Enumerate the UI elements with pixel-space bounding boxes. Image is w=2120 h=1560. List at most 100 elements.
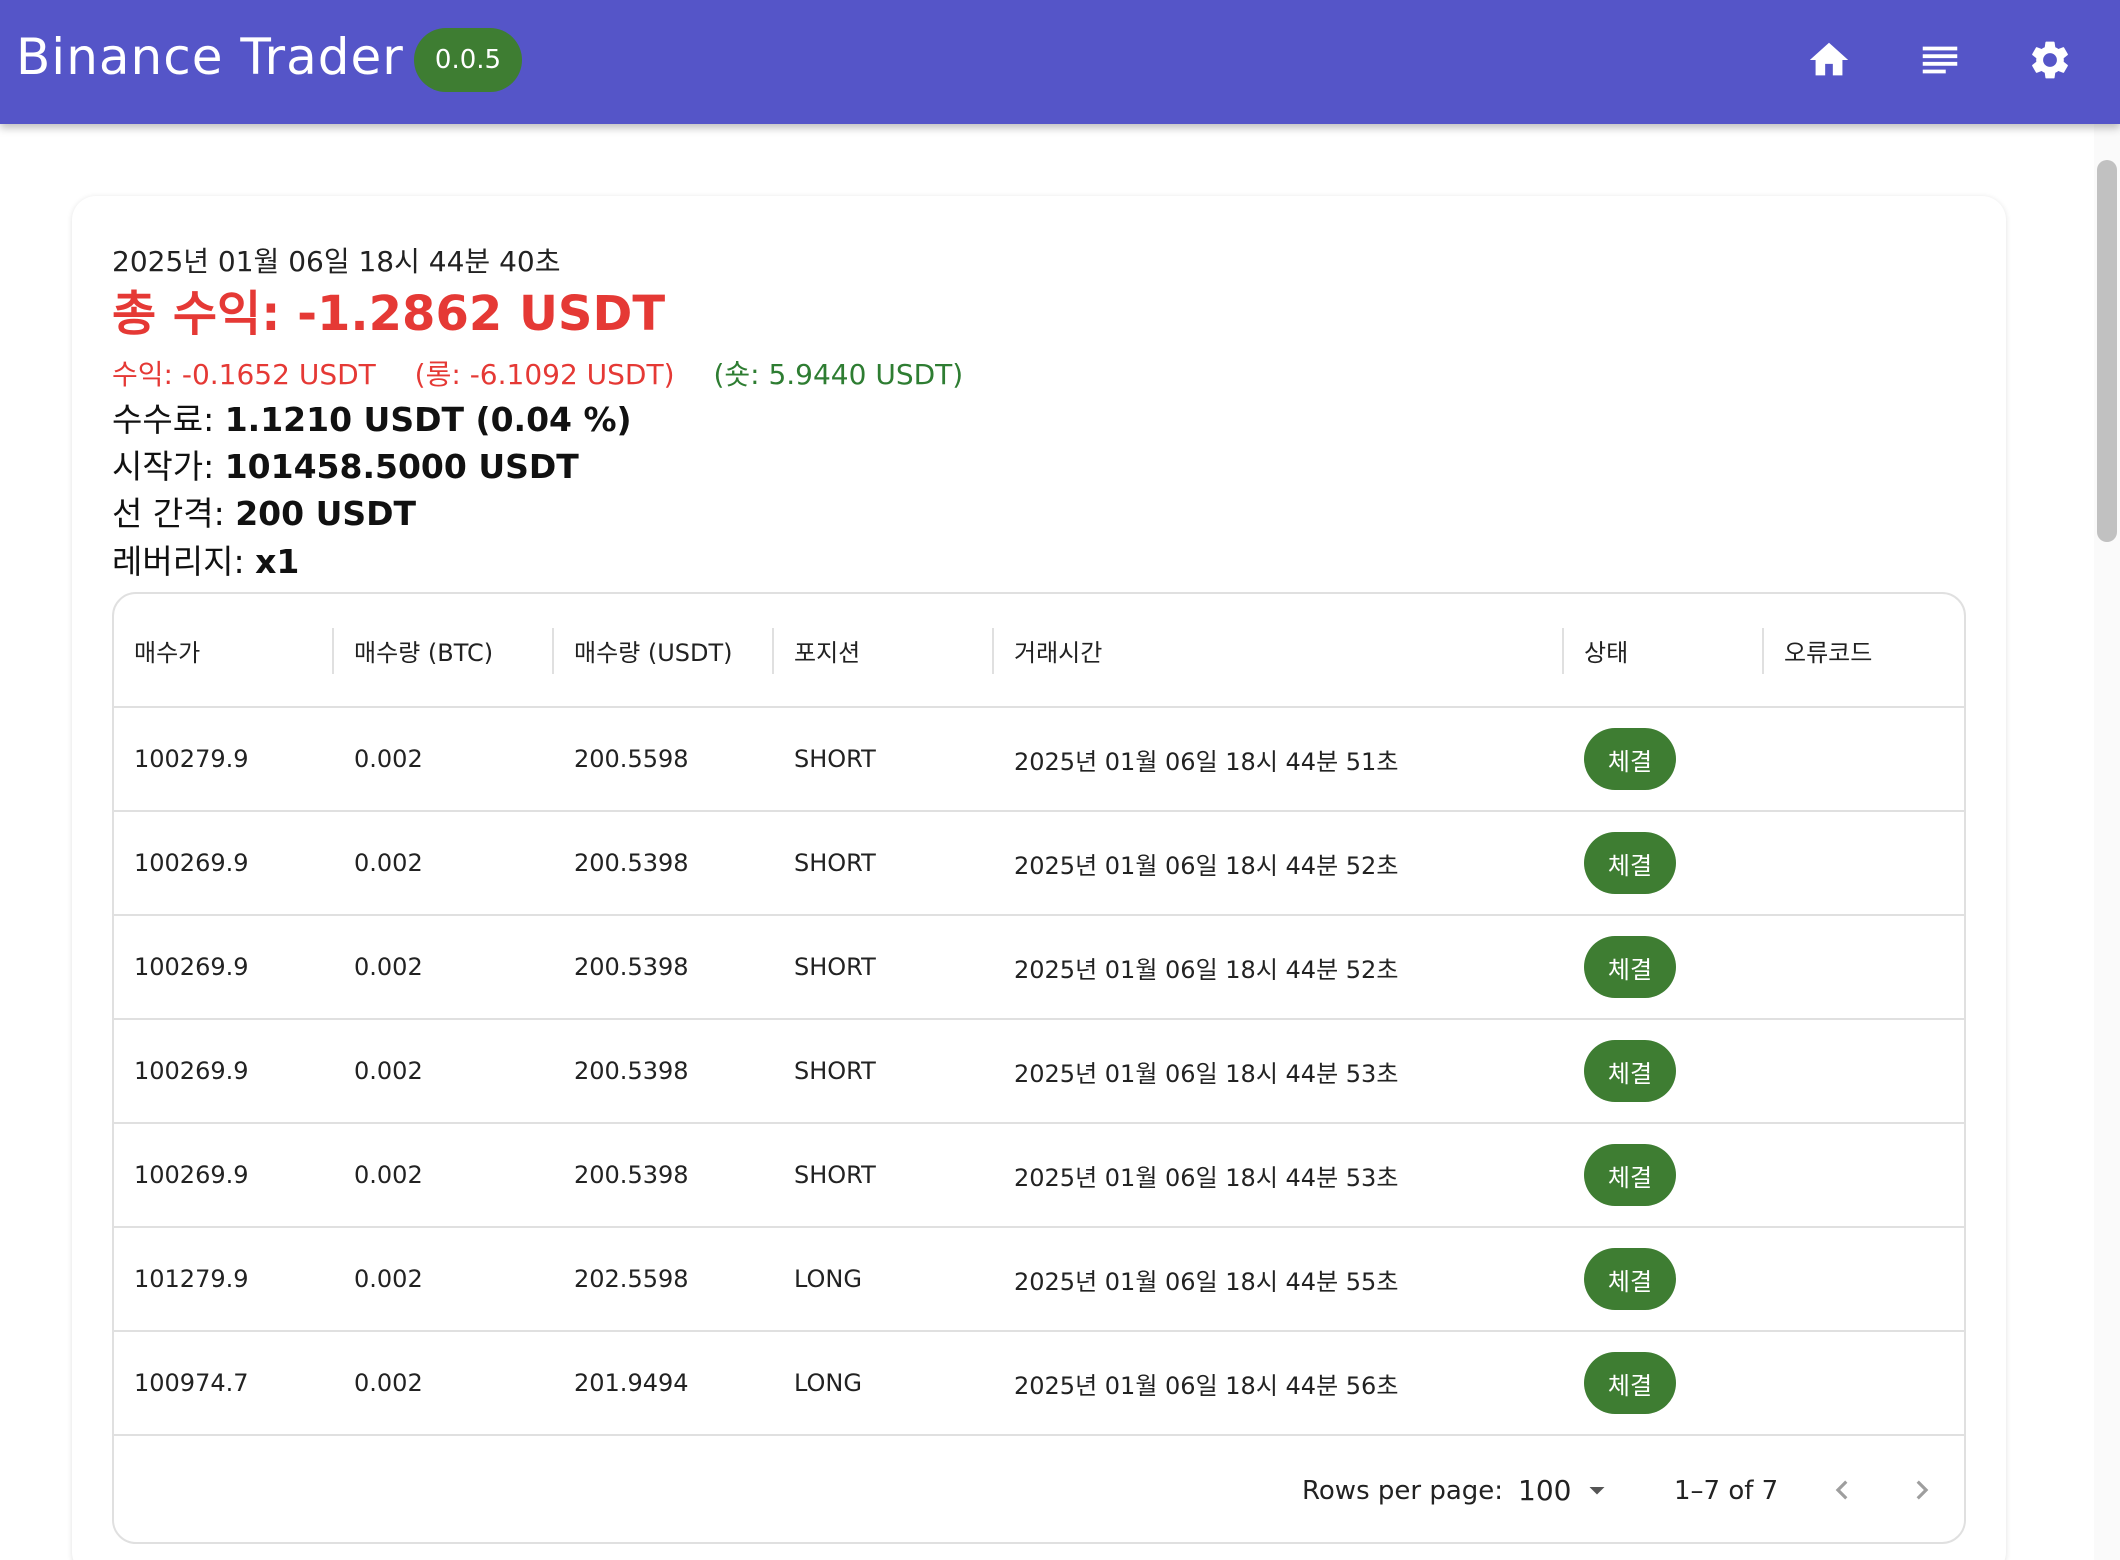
version-badge: 0.0.5 [414,28,522,92]
gap-value: 200 USDT [235,494,417,534]
gap-label: 선 간격: [112,494,225,534]
cell-error [1764,1228,1964,1330]
column-header-qty-usdt[interactable]: 매수량 (USDT) [554,594,774,706]
cell-error [1764,708,1964,810]
cell-status: 체결 [1564,708,1764,810]
table-row[interactable]: 100269.9 0.002 200.5398 SHORT 2025년 01월 06일 … [114,1124,1964,1228]
cell-status: 체결 [1564,1020,1764,1122]
cell-error [1764,1124,1964,1226]
column-header-error-code[interactable]: 오류코드 [1764,594,1964,706]
cell-time: 2025년 01월 06일 18시 44분 51초 [1014,747,1399,776]
table-header: 매수가 매수량 (BTC) 매수량 (USDT) 포지션 거래시간 상태 오류코… [114,594,1964,708]
previous-page-button[interactable] [1816,1464,1868,1516]
home-icon [1809,42,1849,76]
summary-section: 2025년 01월 06일 18시 44분 40초 총 수익: -1.2862 … [112,240,963,582]
cell-usdt: 200.5398 [574,849,689,877]
cell-position: SHORT [794,1057,876,1085]
app-bar: Binance Trader 0.0.5 [0,0,2120,124]
fee-line: 수수료: 1.1210 USDT (0.04 %) [112,399,963,440]
settings-button[interactable] [2018,28,2082,92]
table-row[interactable]: 100974.7 0.002 201.9494 LONG 2025년 01월 06일 1… [114,1332,1964,1436]
cell-status: 체결 [1564,812,1764,914]
table-row[interactable]: 101279.9 0.002 202.5598 LONG 2025년 01월 06일 1… [114,1228,1964,1332]
cell-position: LONG [794,1265,862,1293]
cell-price: 100269.9 [134,1057,249,1085]
cell-price: 101279.9 [134,1265,249,1293]
cell-price: 100974.7 [134,1369,249,1397]
column-header-status[interactable]: 상태 [1564,594,1764,706]
cell-price: 100269.9 [134,849,249,877]
cell-time: 2025년 01월 06일 18시 44분 52초 [1014,955,1399,984]
table-row[interactable]: 100279.9 0.002 200.5598 SHORT 2025년 01월 06일 … [114,708,1964,812]
leverage-value: x1 [255,541,300,581]
status-chip: 체결 [1584,1040,1676,1102]
status-chip: 체결 [1584,832,1676,894]
leverage-label: 레버리지: [112,541,245,581]
cell-status: 체결 [1564,1228,1764,1330]
orders-table: 매수가 매수량 (BTC) 매수량 (USDT) 포지션 거래시간 상태 오류코… [112,592,1966,1544]
column-header-position[interactable]: 포지션 [774,594,994,706]
cell-time: 2025년 01월 06일 18시 44분 56초 [1014,1371,1399,1400]
cell-status: 체결 [1564,1332,1764,1434]
cell-error [1764,916,1964,1018]
profit-breakdown: 수익: -0.1652 USDT (롱: -6.1092 USDT) (숏: 5… [112,353,963,393]
app-title: Binance Trader [16,28,404,86]
short-profit: (숏: 5.9440 USDT) [713,357,964,391]
settings-icon [2032,41,2068,79]
chevron-right-icon [1916,1480,1929,1500]
rows-per-page-label: Rows per page: [1302,1476,1504,1506]
leverage-line: 레버리지: x1 [112,541,963,582]
cell-price: 100269.9 [134,1161,249,1189]
status-chip: 체결 [1584,1144,1676,1206]
cell-usdt: 200.5398 [574,1057,689,1085]
page-scrollbar[interactable] [2094,124,2120,1560]
chevron-down-icon [1589,1487,1605,1495]
start-price-value: 101458.5000 USDT [224,447,579,487]
cell-time: 2025년 01월 06일 18시 44분 52초 [1014,851,1399,880]
cell-error [1764,812,1964,914]
start-price-label: 시작가: [112,447,215,487]
list-button[interactable] [1908,28,1972,92]
table-row[interactable]: 100269.9 0.002 200.5398 SHORT 2025년 01월 06일 … [114,1020,1964,1124]
cell-time: 2025년 01월 06일 18시 44분 55초 [1014,1267,1399,1296]
list-icon [1922,46,1958,74]
cell-usdt: 200.5398 [574,953,689,981]
total-profit: 총 수익: -1.2862 USDT [112,286,666,342]
cell-btc: 0.002 [354,1369,423,1397]
cell-usdt: 202.5598 [574,1265,689,1293]
cell-price: 100279.9 [134,745,249,773]
cell-btc: 0.002 [354,849,423,877]
cell-btc: 0.002 [354,1265,423,1293]
scrollbar-thumb[interactable] [2097,160,2117,542]
next-page-button[interactable] [1896,1464,1948,1516]
column-header-qty-btc[interactable]: 매수량 (BTC) [334,594,554,706]
status-chip: 체결 [1584,1352,1676,1414]
cell-error [1764,1020,1964,1122]
cell-btc: 0.002 [354,745,423,773]
column-header-time[interactable]: 거래시간 [994,594,1564,706]
summary-timestamp: 2025년 01월 06일 18시 44분 40초 [112,245,561,278]
cell-position: SHORT [794,1161,876,1189]
chevron-left-icon [1835,1480,1848,1500]
cell-usdt: 201.9494 [574,1369,689,1397]
cell-time: 2025년 01월 06일 18시 44분 53초 [1014,1163,1399,1192]
cell-usdt: 200.5598 [574,745,689,773]
profit-value: 수익: -0.1652 USDT [112,357,376,391]
pagination-range: 1–7 of 7 [1674,1476,1779,1506]
fee-label: 수수료: [112,399,215,439]
column-header-price[interactable]: 매수가 [114,594,334,706]
table-row[interactable]: 100269.9 0.002 200.5398 SHORT 2025년 01월 06일 … [114,916,1964,1020]
cell-btc: 0.002 [354,953,423,981]
cell-usdt: 200.5398 [574,1161,689,1189]
cell-btc: 0.002 [354,1161,423,1189]
rows-per-page-value: 100 [1518,1473,1572,1507]
status-chip: 체결 [1584,728,1676,790]
cell-position: SHORT [794,745,876,773]
gap-line: 선 간격: 200 USDT [112,493,963,534]
home-button[interactable] [1797,28,1861,92]
rows-per-page-select[interactable]: 100 [1518,1468,1615,1512]
cell-position: LONG [794,1369,862,1397]
long-profit: (롱: -6.1092 USDT) [414,357,675,391]
table-row[interactable]: 100269.9 0.002 200.5398 SHORT 2025년 01월 06일 … [114,812,1964,916]
fee-value: 1.1210 USDT (0.04 %) [224,399,632,439]
